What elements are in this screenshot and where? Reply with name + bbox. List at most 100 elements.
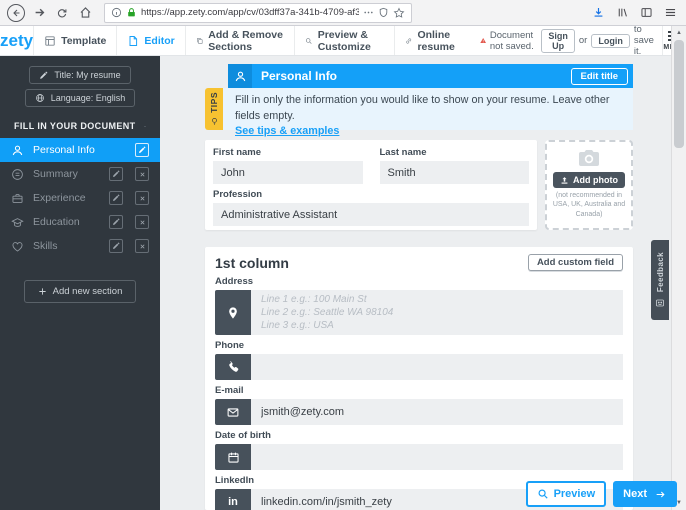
- page-actions-icon[interactable]: [363, 7, 374, 18]
- browser-menu-button[interactable]: [660, 3, 680, 23]
- pencil-icon: [139, 146, 146, 153]
- info-icon: [111, 7, 122, 18]
- graduation-cap-icon: [11, 217, 24, 227]
- phone-label: Phone: [215, 340, 245, 351]
- feedback-smiley-icon: [656, 299, 664, 307]
- or-text: or: [578, 35, 588, 46]
- profession-field[interactable]: [213, 203, 529, 226]
- zety-logo[interactable]: zety: [0, 26, 33, 55]
- nav-online-resume[interactable]: Online resume: [394, 26, 473, 55]
- camera-icon: [579, 150, 599, 166]
- tips-tab[interactable]: TIPS: [205, 88, 223, 130]
- last-name-label: Last name: [379, 147, 427, 158]
- preview-button[interactable]: Preview: [525, 481, 607, 507]
- sidebar-item-summary[interactable]: Summary: [0, 162, 160, 186]
- remove-section-button[interactable]: [135, 239, 149, 253]
- url-bar[interactable]: https://app.zety.com/app/cv/03dff37a-341…: [104, 2, 412, 23]
- person-icon: [228, 64, 252, 88]
- address-field[interactable]: Line 1 e.g.: 100 Main St Line 2 e.g.: Se…: [251, 290, 623, 335]
- url-text[interactable]: https://app.zety.com/app/cv/03dff37a-341…: [141, 7, 359, 18]
- add-new-section-button[interactable]: Add new section: [23, 280, 137, 303]
- library-button[interactable]: [612, 3, 632, 23]
- document-icon: [129, 35, 138, 46]
- sign-up-button[interactable]: Sign Up: [541, 28, 575, 53]
- pocket-shield-icon[interactable]: [378, 7, 389, 18]
- edit-section-button[interactable]: [109, 191, 123, 205]
- magnifier-icon: [306, 37, 312, 44]
- save-notice-text: Document not saved.: [489, 29, 534, 52]
- sidebar-item-skills[interactable]: Skills: [0, 234, 160, 258]
- profession-label: Profession: [213, 189, 263, 200]
- tips-label: TIPS: [209, 92, 219, 113]
- remove-section-button[interactable]: [135, 215, 149, 229]
- refresh-button[interactable]: [52, 3, 72, 23]
- lightbulb-icon: [211, 117, 217, 125]
- edit-title-button[interactable]: Edit title: [570, 67, 628, 85]
- template-icon: [45, 35, 55, 46]
- heart-icon: [12, 241, 23, 252]
- forward-button[interactable]: [29, 3, 49, 23]
- magnifier-icon: [538, 489, 548, 499]
- document-title-button[interactable]: Title: My resume: [29, 66, 131, 84]
- tips-examples-link[interactable]: See tips & examples: [235, 125, 339, 137]
- first-name-field[interactable]: [213, 161, 363, 184]
- close-icon: [139, 219, 145, 225]
- close-icon: [139, 243, 145, 249]
- remove-section-button[interactable]: [135, 167, 149, 181]
- document-language-button[interactable]: Language: English: [24, 89, 136, 107]
- page-body: Title: My resume Language: English FILL …: [0, 56, 686, 510]
- first-name-label: First name: [213, 147, 262, 158]
- download-icon: [594, 7, 602, 17]
- remove-section-button[interactable]: [135, 191, 149, 205]
- photo-upload-box[interactable]: Add photo (not recommended in USA, UK, A…: [545, 140, 633, 230]
- tips-body: Fill in only the information you would l…: [223, 88, 633, 137]
- calendar-icon: [215, 444, 251, 470]
- name-photo-row: First name Last name Profession: [205, 140, 686, 230]
- edit-section-button[interactable]: [109, 215, 123, 229]
- back-button[interactable]: [6, 3, 26, 23]
- section-title: Personal Info: [261, 69, 338, 83]
- last-name-field[interactable]: [379, 161, 529, 184]
- login-button[interactable]: Login: [591, 33, 630, 48]
- email-field[interactable]: [251, 399, 623, 425]
- person-icon: [12, 145, 23, 155]
- sidebar-item-personal-info[interactable]: Personal Info: [0, 138, 160, 162]
- nav-template[interactable]: Template: [33, 26, 116, 55]
- nav-editor[interactable]: Editor: [116, 26, 184, 55]
- browser-chrome: https://app.zety.com/app/cv/03dff37a-341…: [0, 0, 686, 26]
- address-group: Address Line 1 e.g.: 100 Main St Line 2 …: [215, 276, 623, 335]
- lock-icon: [128, 8, 135, 17]
- next-button[interactable]: Next: [613, 481, 677, 507]
- bookmark-star-icon[interactable]: [393, 7, 405, 19]
- sidebar-item-experience[interactable]: Experience: [0, 186, 160, 210]
- screen: https://app.zety.com/app/cv/03dff37a-341…: [0, 0, 686, 510]
- sidebar-item-education[interactable]: Education: [0, 210, 160, 234]
- phone-field[interactable]: [251, 354, 623, 380]
- nav-add-remove-sections[interactable]: Add & Remove Sections: [184, 26, 294, 55]
- email-group: E-mail: [215, 385, 623, 425]
- add-photo-button[interactable]: Add photo: [553, 172, 625, 188]
- pencil-icon: [40, 71, 48, 79]
- add-custom-field-button[interactable]: Add custom field: [527, 254, 623, 271]
- feedback-tab[interactable]: Feedback: [651, 240, 669, 320]
- warning-icon: [479, 37, 486, 44]
- save-notice: Document not saved. Sign Up or Login to …: [473, 24, 663, 57]
- edit-section-button[interactable]: [109, 167, 123, 181]
- dob-field[interactable]: [251, 444, 623, 470]
- summary-icon: [12, 168, 23, 180]
- download-button[interactable]: [588, 3, 608, 23]
- nav-preview-customize[interactable]: Preview & Customize: [294, 26, 394, 55]
- pencil-icon: [113, 218, 120, 225]
- edit-section-button[interactable]: [135, 143, 149, 157]
- scrollbar-thumb[interactable]: [674, 40, 684, 148]
- pencil-icon: [113, 194, 120, 201]
- save-suffix-text: to save it.: [633, 24, 654, 57]
- home-button[interactable]: [75, 3, 95, 23]
- sidebar-toggle-icon: [640, 8, 652, 17]
- scroll-up-arrow[interactable]: ▲: [672, 27, 686, 39]
- tips-panel: TIPS Fill in only the information you wo…: [205, 88, 633, 137]
- pencil-icon: [113, 242, 120, 249]
- sidebar-toggle-button[interactable]: [636, 3, 656, 23]
- page-scrollbar[interactable]: ▲ ▼: [671, 26, 686, 510]
- edit-section-button[interactable]: [109, 239, 123, 253]
